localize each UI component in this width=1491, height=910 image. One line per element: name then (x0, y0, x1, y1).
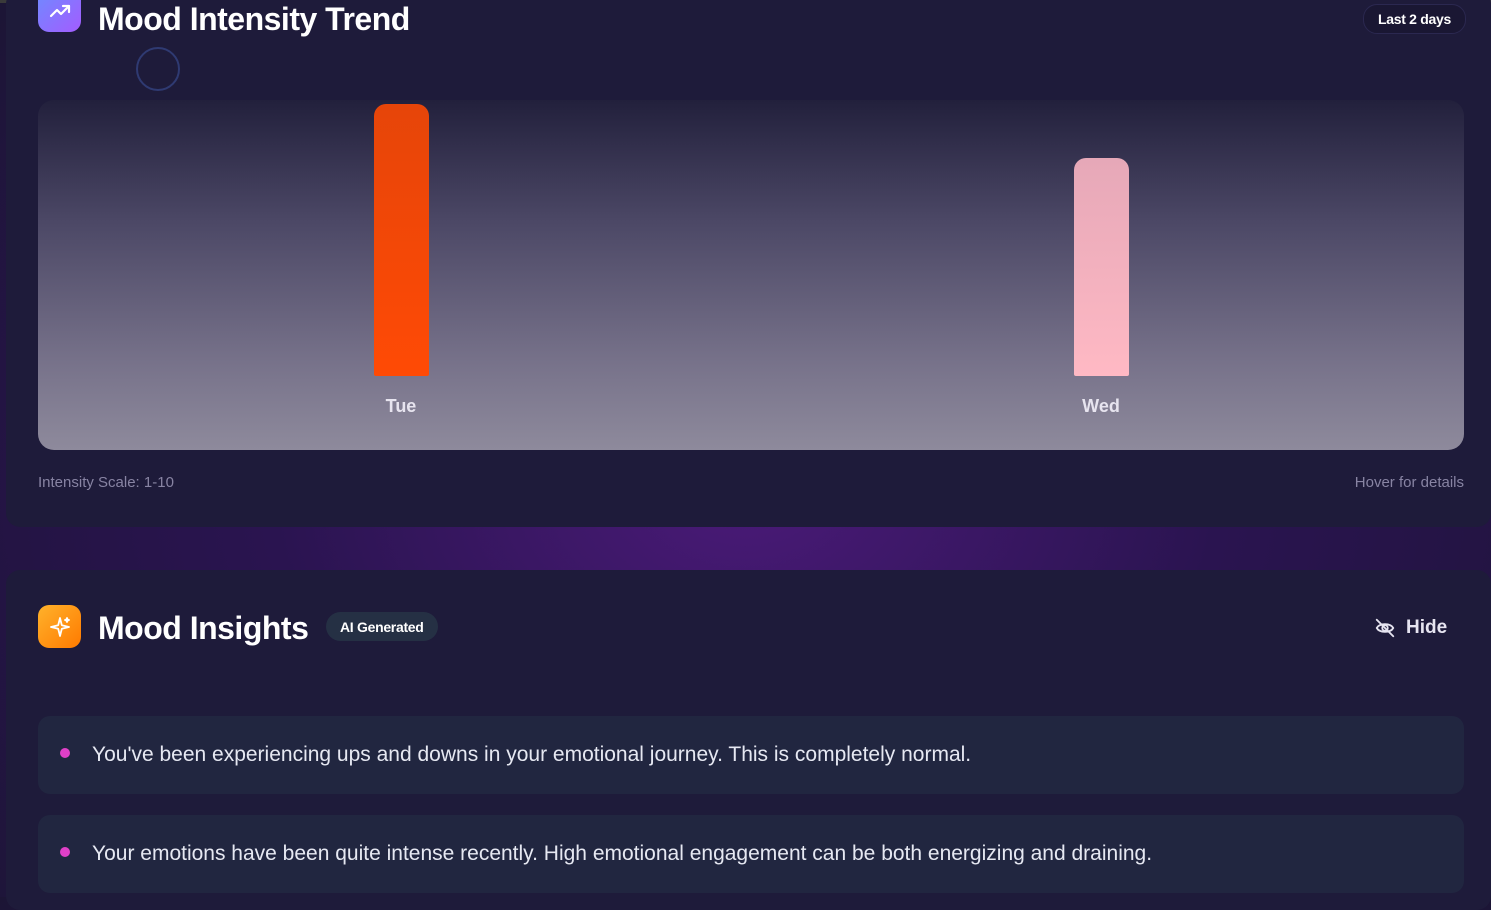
bar-wed[interactable] (1073, 158, 1129, 376)
eye-off-icon (1375, 618, 1395, 638)
insight-item: Your emotions have been quite intense re… (38, 815, 1464, 893)
intensity-bar-chart: Tue Wed (38, 100, 1464, 450)
bullet-icon (60, 847, 70, 857)
ai-generated-badge: AI Generated (326, 612, 438, 641)
hide-insights-button[interactable]: Hide (1374, 614, 1447, 642)
hide-label: Hide (1406, 617, 1448, 638)
insight-text: Your emotions have been quite intense re… (92, 842, 1153, 865)
sparkles-icon (38, 605, 81, 648)
insights-title: Mood Insights (98, 610, 309, 646)
x-tick-label: Tue (385, 396, 417, 416)
insight-item: You've been experiencing ups and downs i… (38, 716, 1464, 794)
bar-tue[interactable] (373, 104, 429, 376)
range-badge: Last 2 days (1363, 4, 1466, 34)
intensity-scale-note: Intensity Scale: 1-10 (38, 474, 174, 491)
trend-title: Mood Intensity Trend (98, 1, 410, 37)
x-tick-label: Wed (1082, 396, 1120, 416)
hover-hint: Hover for details (1354, 474, 1464, 491)
mood-insights-card: Mood Insights AI Generated Hide You've b… (6, 570, 1491, 910)
loading-ring-icon (136, 47, 180, 91)
insight-text: You've been experiencing ups and downs i… (92, 743, 972, 766)
trending-up-icon (38, 0, 81, 32)
mood-intensity-card: Mood Intensity Trend Last 2 days Tue Wed … (6, 0, 1491, 527)
bullet-icon (60, 748, 70, 758)
